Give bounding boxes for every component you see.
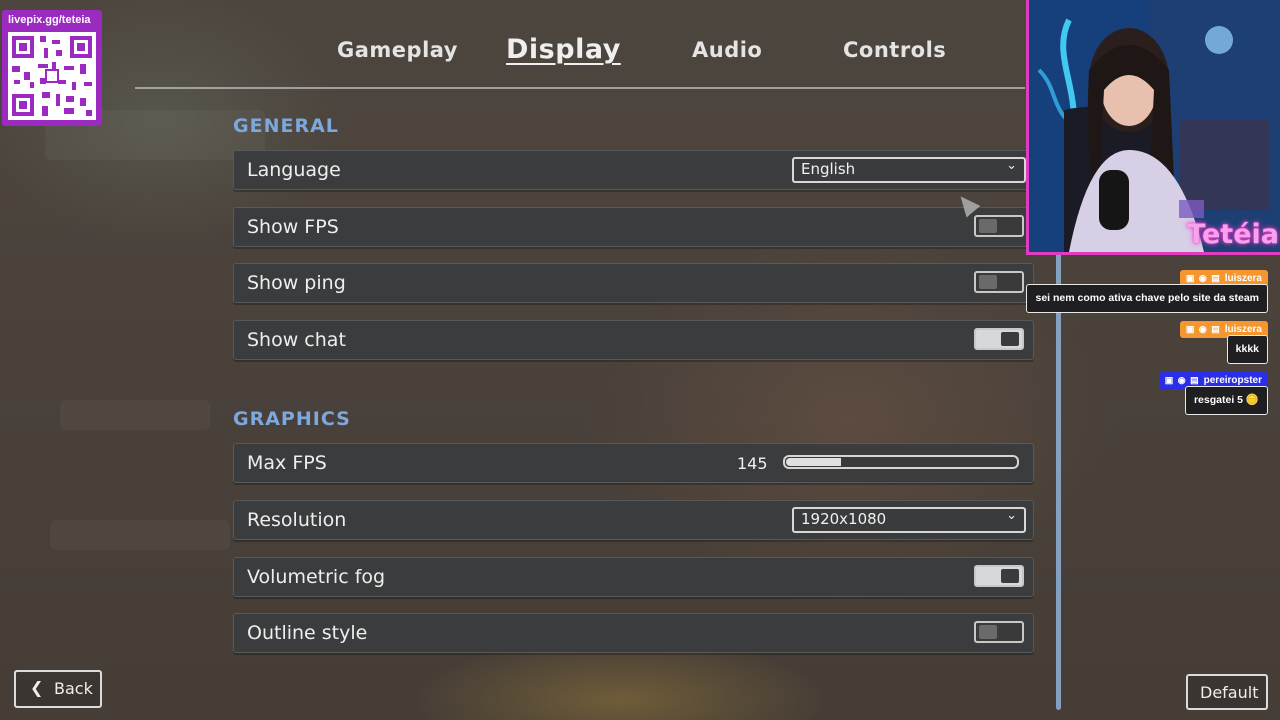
chat-username: pereiropster — [1203, 375, 1262, 386]
setting-row-volumetric-fog: Volumetric fog — [233, 557, 1034, 597]
setting-label: Volumetric fog — [247, 566, 386, 588]
tab-audio[interactable]: Audio — [692, 38, 762, 62]
resolution-dropdown[interactable]: 1920x1080 ⌄ — [792, 507, 1026, 533]
slider-fill — [786, 458, 842, 466]
chat-username: luiszera — [1224, 273, 1262, 284]
setting-label: Show ping — [247, 272, 346, 294]
toggle-knob — [979, 219, 997, 233]
background-blur — [50, 520, 230, 550]
toggle-knob — [1001, 332, 1019, 346]
tab-controls[interactable]: Controls — [843, 38, 946, 62]
language-dropdown[interactable]: English ⌄ — [792, 157, 1026, 183]
qr-overlay: livepix.gg/teteia — [2, 10, 102, 126]
toggle-knob — [979, 625, 997, 639]
streamer-name-label: Tetéia — [1187, 219, 1279, 250]
chat-badges-icon: ▣ ◉ ▤ — [1164, 375, 1200, 385]
setting-row-language: Language English ⌄ — [233, 150, 1034, 190]
back-button-label: Back — [54, 679, 93, 698]
setting-label: Outline style — [247, 622, 368, 644]
settings-tabs: Gameplay Display Audio Controls — [310, 32, 970, 76]
default-button[interactable]: Default — [1186, 674, 1268, 710]
chevron-left-icon: ❮ — [30, 678, 44, 697]
volumetric-fog-toggle[interactable] — [974, 565, 1024, 587]
chat-message: resgatei 5 🪙 — [1184, 386, 1268, 415]
toggle-knob — [1001, 569, 1019, 583]
setting-row-resolution: Resolution 1920x1080 ⌄ — [233, 500, 1034, 540]
webcam-overlay: Tetéia — [1026, 0, 1280, 255]
max-fps-slider[interactable] — [783, 455, 1019, 469]
setting-row-max-fps: Max FPS 145 — [233, 443, 1034, 483]
max-fps-value: 145 — [737, 454, 768, 473]
setting-row-show-fps: Show FPS — [233, 207, 1034, 247]
chat-badges-icon: ▣ ◉ ▤ — [1185, 324, 1221, 334]
setting-label: Show FPS — [247, 216, 339, 238]
tabs-divider — [135, 87, 1025, 89]
setting-label: Show chat — [247, 329, 346, 351]
setting-row-outline-style: Outline style — [233, 613, 1034, 653]
chat-badges-icon: ▣ ◉ ▤ — [1185, 273, 1221, 283]
show-fps-toggle[interactable] — [974, 215, 1024, 237]
section-title-general: GENERAL — [233, 115, 339, 137]
qr-code-icon — [8, 32, 96, 120]
chat-message: sei nem como ativa chave pelo site da st… — [1026, 284, 1268, 313]
background-blur — [60, 400, 210, 430]
section-title-graphics: GRAPHICS — [233, 408, 351, 430]
dropdown-value: 1920x1080 — [801, 510, 887, 528]
back-button[interactable]: ❮ Back — [14, 670, 102, 708]
chevron-down-icon: ⌄ — [1006, 158, 1017, 173]
chat-username: luiszera — [1224, 324, 1262, 335]
setting-row-show-chat: Show chat — [233, 320, 1034, 360]
show-ping-toggle[interactable] — [974, 271, 1024, 293]
setting-label: Language — [247, 159, 341, 181]
streamer-video — [1029, 0, 1280, 252]
outline-style-toggle[interactable] — [974, 621, 1024, 643]
tab-display[interactable]: Display — [506, 34, 621, 65]
show-chat-toggle[interactable] — [974, 328, 1024, 350]
chevron-down-icon: ⌄ — [1006, 508, 1017, 523]
setting-label: Max FPS — [247, 452, 327, 474]
default-button-label: Default — [1200, 683, 1259, 702]
setting-row-show-ping: Show ping — [233, 263, 1034, 303]
tab-gameplay[interactable]: Gameplay — [337, 38, 458, 62]
dropdown-value: English — [801, 160, 856, 178]
qr-url-text: livepix.gg/teteia — [8, 14, 91, 26]
setting-label: Resolution — [247, 509, 347, 531]
chat-message: kkkk — [1226, 335, 1268, 364]
toggle-knob — [979, 275, 997, 289]
